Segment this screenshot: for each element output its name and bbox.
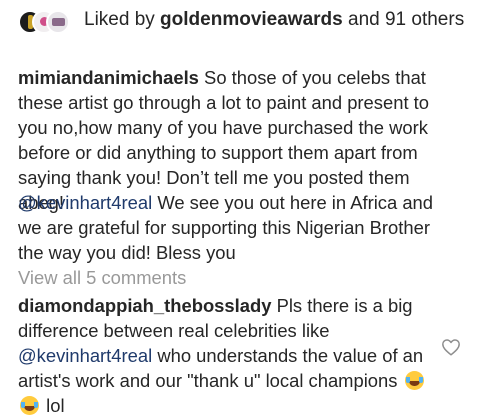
view-all-comments-link[interactable]: View all 5 comments <box>18 265 186 290</box>
heart-outline-icon[interactable] <box>441 338 461 356</box>
comment: diamondappiah_thebosslady Pls there is a… <box>18 293 436 418</box>
comment-username[interactable]: mimiandanimichaels <box>18 67 199 88</box>
comment-text: lol <box>46 395 65 416</box>
liker-avatars <box>18 10 78 34</box>
liked-by-text[interactable]: Liked by goldenmovieawards and 91 others <box>84 7 474 32</box>
liked-by-suffix: and 91 others <box>342 9 465 30</box>
comment-username[interactable]: diamondappiah_thebosslady <box>18 295 271 316</box>
mention-link[interactable]: @kevinhart4real <box>18 345 152 366</box>
laughing-tears-emoji <box>20 396 39 415</box>
likes-summary[interactable]: Liked by goldenmovieawards and 91 others <box>18 6 468 56</box>
liker-username[interactable]: goldenmovieawards <box>160 9 343 30</box>
mention-link[interactable]: @kevinhart4real <box>18 192 152 213</box>
laughing-tears-emoji <box>404 371 424 390</box>
comment: @kevinhart4real We see you out here in A… <box>18 190 448 265</box>
liked-by-prefix: Liked by <box>84 9 161 30</box>
avatar <box>46 10 70 34</box>
